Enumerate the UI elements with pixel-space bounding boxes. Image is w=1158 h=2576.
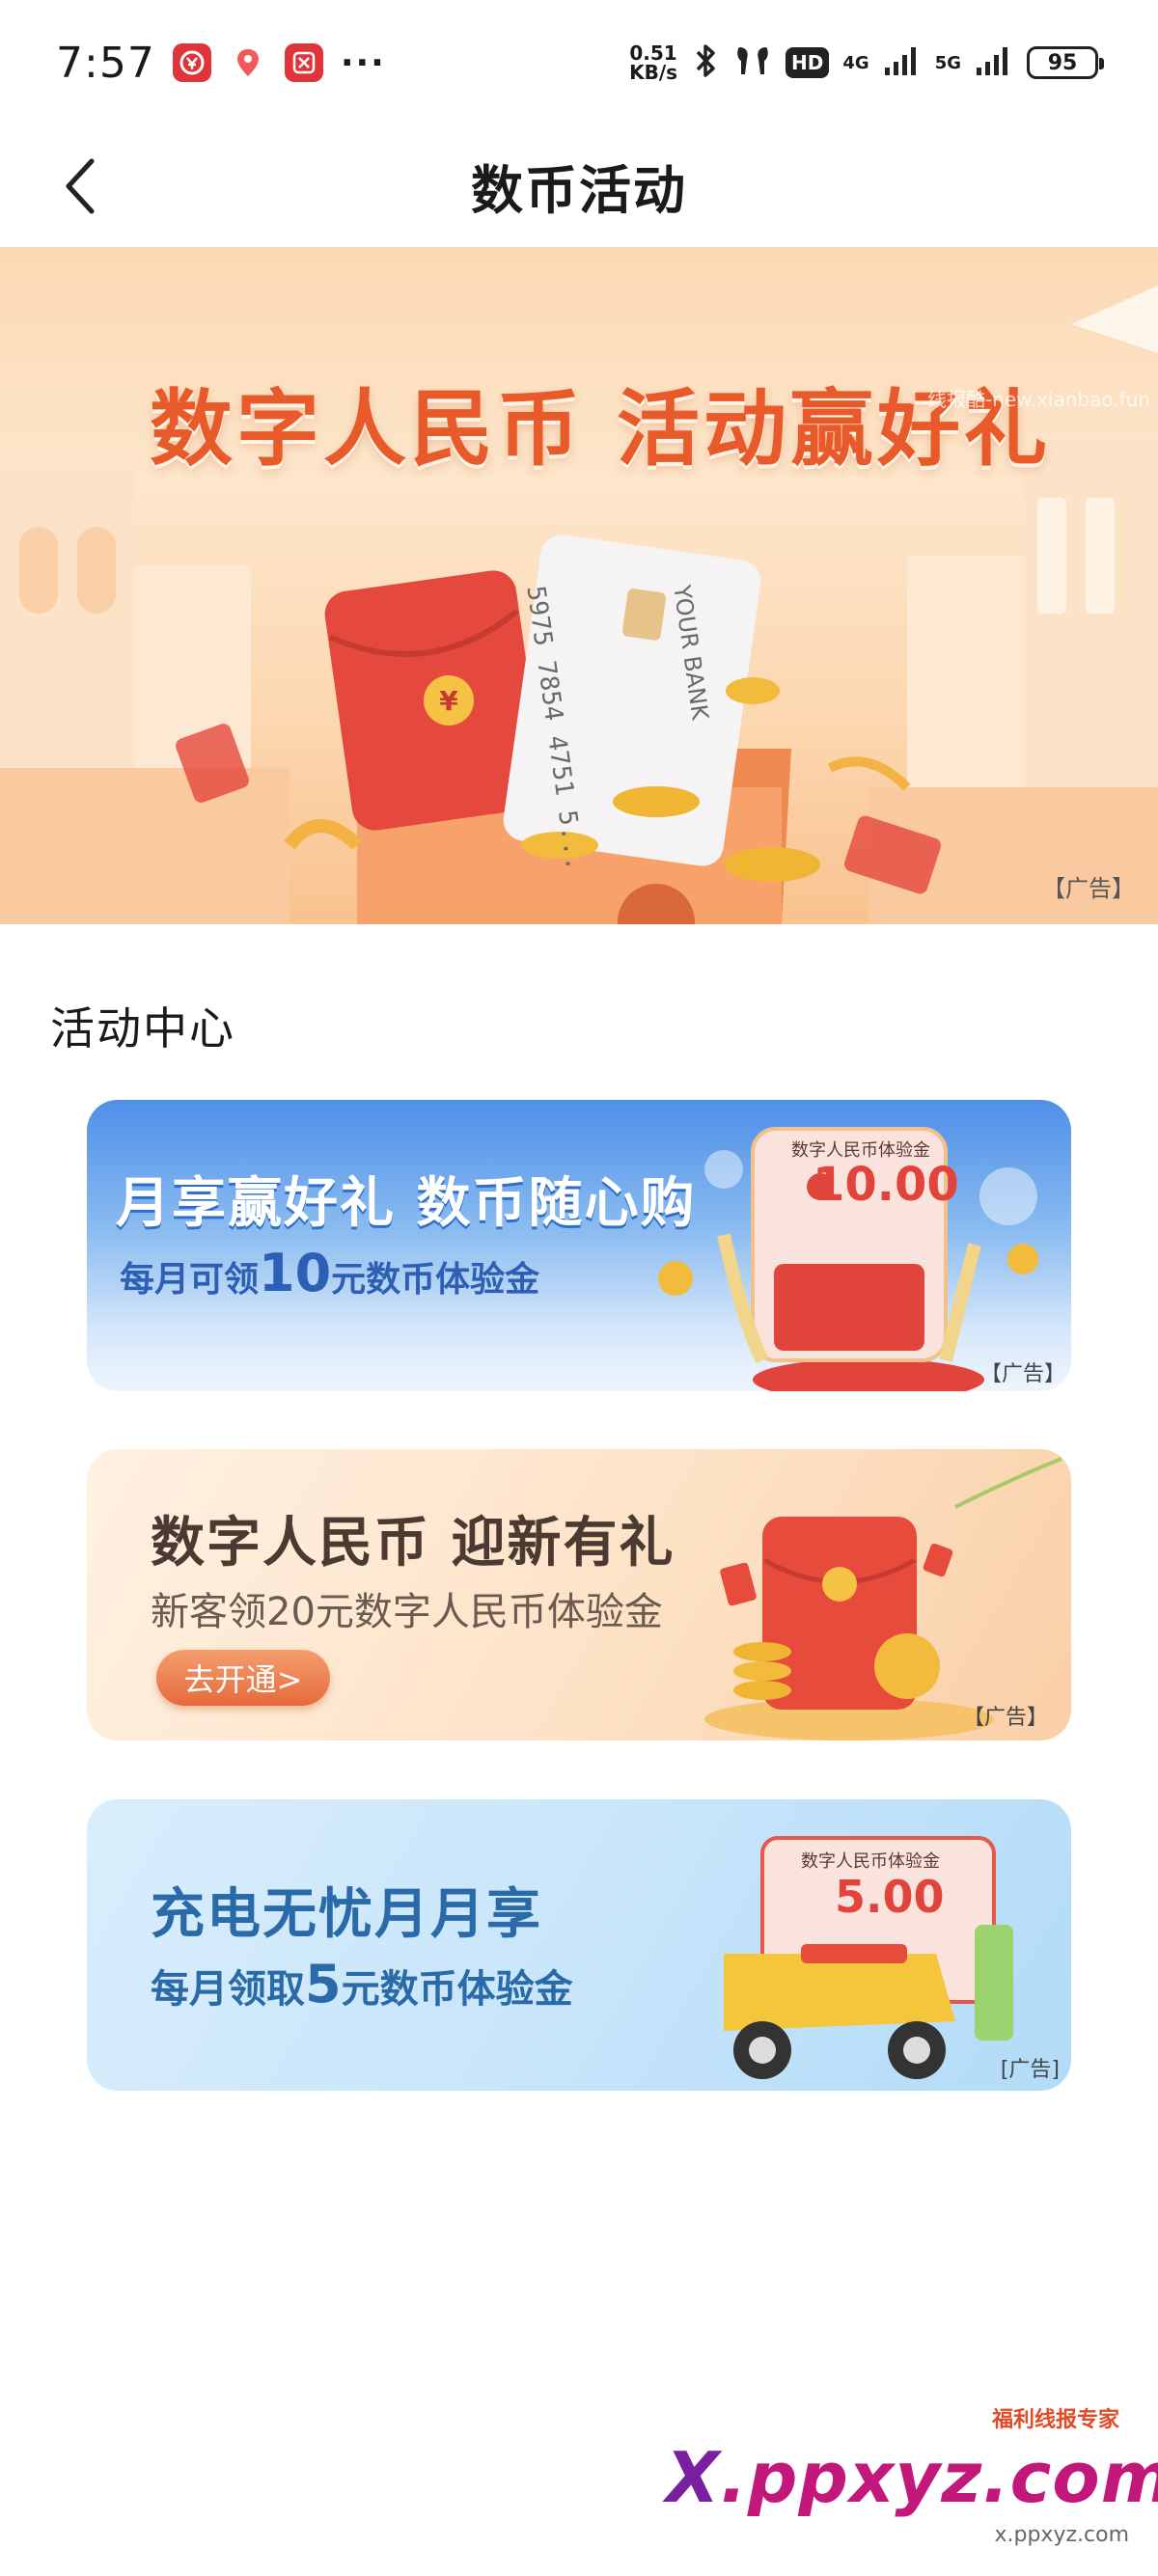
section-title: 活动中心	[50, 1002, 235, 1055]
card3-ad-tag: [广告]	[1000, 2058, 1060, 2082]
shopping-app-icon	[284, 43, 323, 82]
more-notifications-icon: ···	[340, 42, 386, 83]
network-speed-unit: KB/s	[629, 61, 678, 84]
hero-watermark: 线报酷-new.xianbao.fun	[927, 388, 1150, 411]
card3-badge-label: 数字人民币体验金	[801, 1851, 940, 1872]
footer-brand-x: X	[666, 2437, 721, 2518]
ecny-app-icon	[172, 43, 211, 82]
card2-subtitle: 新客领20元数字人民币体验金	[151, 1590, 663, 1634]
open-account-button[interactable]: 去开通>	[156, 1650, 330, 1706]
card3-sub-prefix: 每月领取	[151, 1967, 305, 2012]
card1-subtitle: 每月可领10元数币体验金	[120, 1243, 539, 1303]
footer-tag: 福利线报专家	[991, 2408, 1119, 2432]
card3-badge-amount: 5.00	[835, 1871, 945, 1923]
activity-card-new-user[interactable]: 数字人民币 迎新有礼 新客领20元数字人民币体验金 去开通> 【广告】	[87, 1449, 1071, 1740]
card3-title: 充电无忧月月享	[151, 1883, 542, 1946]
network-speed: 0.51 KB/s	[629, 43, 677, 82]
chevron-left-icon	[66, 158, 95, 214]
footer-small: x.ppxyz.com	[994, 2523, 1129, 2547]
bluetooth-icon	[691, 42, 720, 83]
back-button[interactable]	[46, 152, 114, 220]
card1-title: 月享赢好礼 数币随心购	[116, 1172, 697, 1235]
footer-brand-rest: .ppxyz.com	[720, 2437, 1158, 2518]
card1-sub-suffix: 元数币体验金	[331, 1260, 540, 1300]
network-4g-label: 4G	[842, 52, 869, 73]
card3-subtitle: 每月领取5元数币体验金	[151, 1954, 573, 2014]
map-app-icon	[228, 43, 267, 82]
page-title: 数币活动	[471, 160, 687, 221]
battery-indicator: 95	[1027, 46, 1104, 79]
activity-card-charging[interactable]: 数字人民币体验金 5.00 充电无忧月月享 每月领取5元数币体验金 [广告]	[87, 1799, 1071, 2091]
nav-header: 数币活动	[0, 125, 1158, 246]
card1-badge-amount: 10.00	[813, 1158, 959, 1212]
card2-ad-tag: 【广告】	[962, 1706, 1048, 1730]
signal-4g-icon	[883, 44, 922, 81]
card1-sub-amount: 10	[259, 1243, 332, 1303]
network-speed-value: 0.51	[629, 41, 677, 65]
hero-title: 数字人民币 活动赢好礼	[150, 381, 1051, 478]
status-bar: 7:57 ··· 0.51 KB/s HD 4G 5G 95	[0, 0, 1158, 125]
footer-brand: X.ppxyz.com	[666, 2437, 1158, 2518]
footer-watermark: 福利线报专家 X.ppxyz.com x.ppxyz.com	[666, 2402, 1158, 2547]
card3-sub-suffix: 元数币体验金	[341, 1967, 573, 2012]
earbuds-icon	[733, 43, 772, 82]
card3-sub-amount: 5	[305, 1954, 342, 2014]
card1-ad-tag: 【广告】	[979, 1362, 1065, 1386]
status-time: 7:57	[56, 38, 155, 88]
hero-ad-tag: 【广告】	[1042, 875, 1135, 902]
svg-text:¥: ¥	[439, 685, 458, 717]
hero-banner[interactable]: ¥ 数字人民币 活动赢好礼 5975 7854 4751 5... YOUR B…	[0, 247, 1158, 924]
hd-voice-badge: HD	[786, 47, 830, 78]
status-right: 0.51 KB/s HD 4G 5G 95	[629, 42, 1104, 83]
card2-title: 数字人民币 迎新有礼	[151, 1512, 676, 1575]
activity-card-monthly-gift[interactable]: 数字人民币体验金 10.00 月享赢好礼 数币随心购 每月可领10元数币体验金 …	[87, 1100, 1071, 1391]
network-5g-label: 5G	[934, 52, 961, 73]
status-left: 7:57 ···	[56, 39, 386, 88]
signal-5g-icon	[975, 44, 1013, 81]
card1-sub-prefix: 每月可领	[120, 1260, 260, 1300]
